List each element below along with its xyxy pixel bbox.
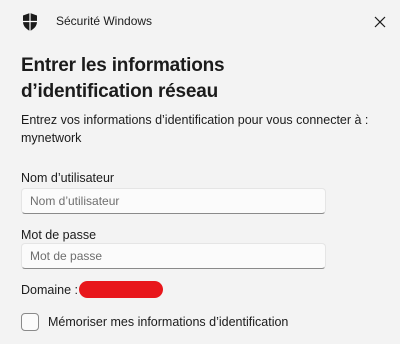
app-title: Sécurité Windows bbox=[56, 14, 153, 28]
close-icon bbox=[374, 16, 386, 28]
domain-label: Domaine : bbox=[21, 283, 78, 297]
remember-label[interactable]: Mémoriser mes informations d’identificat… bbox=[48, 315, 288, 329]
remember-checkbox[interactable] bbox=[21, 313, 39, 331]
username-input[interactable] bbox=[21, 188, 326, 214]
close-button[interactable] bbox=[368, 10, 392, 34]
dialog-description: Entrez vos informations d’identification… bbox=[21, 113, 369, 145]
dialog-heading: Entrer les informations d’identification… bbox=[21, 55, 225, 102]
shield-icon bbox=[23, 13, 37, 31]
title-bar: Sécurité Windows bbox=[0, 0, 400, 44]
password-input[interactable] bbox=[21, 243, 326, 269]
password-label: Mot de passe bbox=[21, 228, 97, 242]
domain-value-redacted bbox=[79, 281, 163, 298]
username-label: Nom d’utilisateur bbox=[21, 171, 115, 185]
